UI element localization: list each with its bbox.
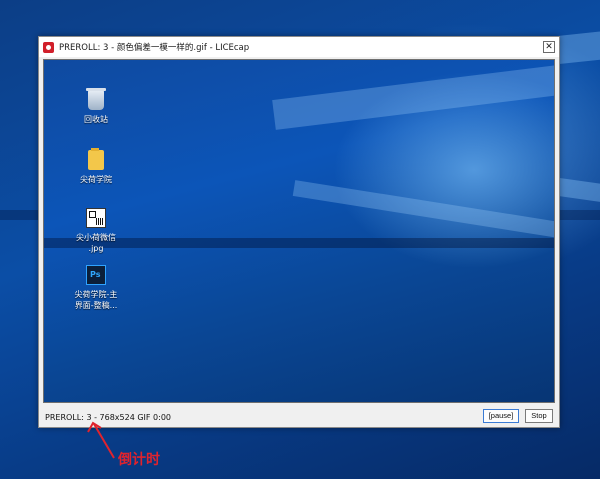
annotation-arrow	[87, 421, 115, 459]
annotation-label: 倒计时	[118, 452, 160, 468]
annotation-arrow-shaft	[93, 423, 115, 459]
